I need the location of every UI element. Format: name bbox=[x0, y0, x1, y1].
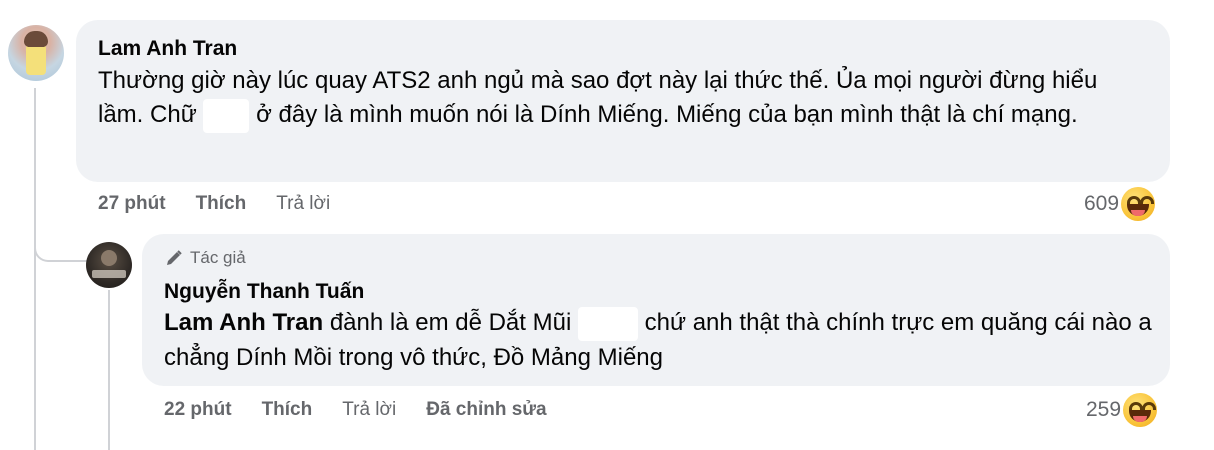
redacted-word bbox=[203, 98, 250, 133]
avatar-face bbox=[101, 250, 117, 266]
reaction-summary[interactable]: 259 bbox=[1086, 393, 1158, 427]
reply-time[interactable]: 22 phút bbox=[164, 399, 232, 421]
avatar-hair bbox=[24, 31, 48, 47]
reply-text-part1: đành là em dễ Dắt Mũi bbox=[329, 309, 572, 336]
like-button[interactable]: Thích bbox=[196, 193, 247, 215]
reply-author[interactable]: Nguyễn Thanh Tuấn bbox=[164, 280, 364, 304]
thread-line-branch bbox=[34, 240, 88, 262]
reply-meta: 22 phút Thích Trả lời Đã chỉnh sửa bbox=[164, 399, 547, 421]
reply-text: Lam Anh Tran đành là em dễ Dắt Mũi chứ a… bbox=[164, 306, 1154, 375]
like-button[interactable]: Thích bbox=[262, 399, 313, 421]
reaction-count: 609 bbox=[1084, 192, 1120, 215]
comment-author[interactable]: Lam Anh Tran bbox=[98, 37, 237, 61]
reply-button[interactable]: Trả lời bbox=[276, 193, 330, 215]
laughing-emoji-icon bbox=[1123, 393, 1158, 427]
avatar-text bbox=[92, 270, 126, 278]
author-badge: Tác giả bbox=[164, 248, 246, 268]
comment-bubble: Lam Anh Tran Thường giờ này lúc quay ATS… bbox=[76, 20, 1170, 182]
avatar[interactable] bbox=[86, 242, 132, 288]
comment-text-part2: ở đây là mình muốn nói là Dính Miếng. Mi… bbox=[256, 101, 1078, 128]
comment-meta: 27 phút Thích Trả lời bbox=[98, 193, 330, 215]
comment-text: Thường giờ này lúc quay ATS2 anh ngủ mà … bbox=[98, 64, 1128, 133]
edited-label: Đã chỉnh sửa bbox=[426, 399, 547, 420]
mention-link[interactable]: Lam Anh Tran bbox=[164, 309, 323, 336]
pen-icon bbox=[167, 250, 182, 265]
reaction-summary[interactable]: 609 bbox=[1084, 187, 1156, 221]
laughing-emoji-icon bbox=[1121, 187, 1156, 221]
reaction-count: 259 bbox=[1086, 398, 1122, 421]
thread-line-reply bbox=[108, 290, 110, 450]
author-badge-label: Tác giả bbox=[190, 248, 246, 267]
redacted-word bbox=[577, 306, 638, 341]
avatar[interactable] bbox=[8, 25, 64, 81]
thread-line-main bbox=[34, 88, 36, 450]
reply-button[interactable]: Trả lời bbox=[342, 399, 396, 421]
reply-bubble: Tác giả Nguyễn Thanh Tuấn Lam Anh Tran đ… bbox=[142, 234, 1170, 386]
comment-time[interactable]: 27 phút bbox=[98, 193, 166, 215]
